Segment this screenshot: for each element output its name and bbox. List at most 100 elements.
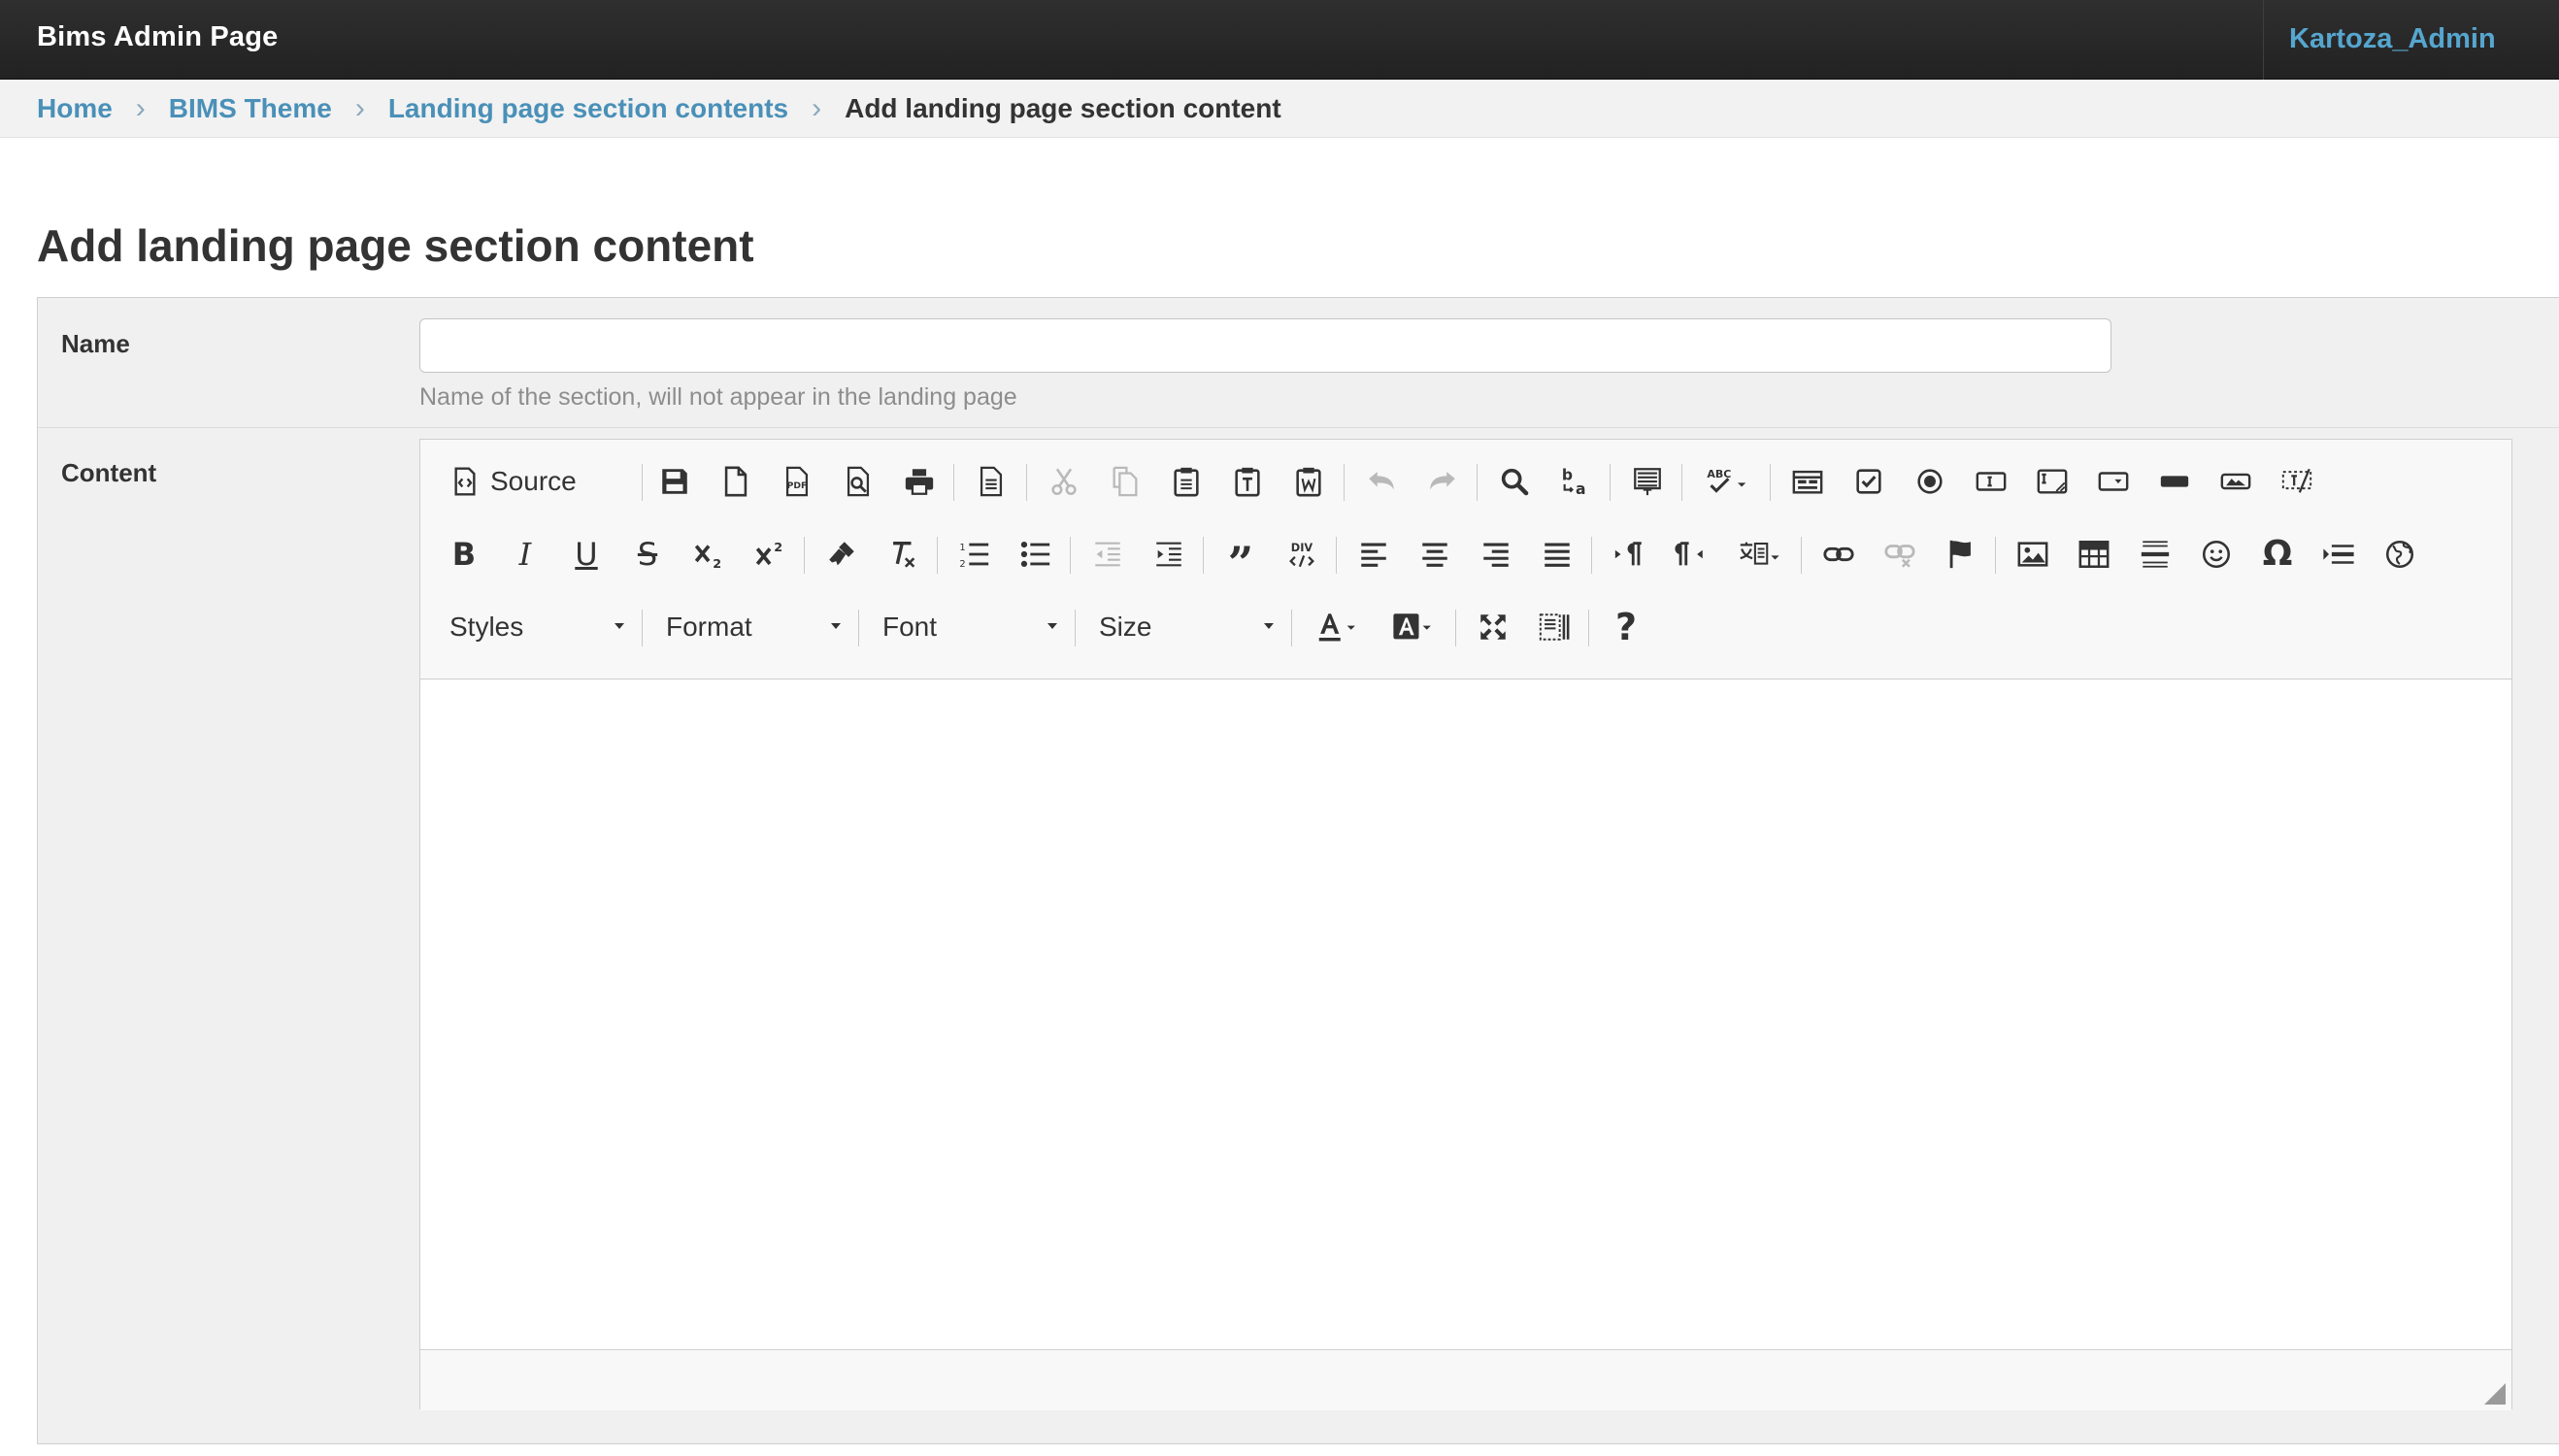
toolbar-separator bbox=[804, 537, 805, 574]
superscript-button[interactable]: 2 bbox=[746, 530, 794, 579]
textarea-button[interactable] bbox=[2028, 457, 2077, 506]
table-button[interactable] bbox=[2070, 530, 2118, 579]
blockquote-icon: ” bbox=[1227, 537, 1254, 589]
chevron-down-icon bbox=[615, 623, 624, 629]
format-combo[interactable]: Format bbox=[666, 602, 847, 652]
radio-icon bbox=[1917, 469, 1943, 494]
replace-button[interactable]: ba bbox=[1551, 457, 1600, 506]
checkbox-button[interactable] bbox=[1844, 457, 1893, 506]
find-button[interactable] bbox=[1490, 457, 1539, 506]
indent-button[interactable] bbox=[1145, 530, 1193, 579]
anchor-button[interactable] bbox=[1937, 530, 1985, 579]
select-field-button[interactable] bbox=[2089, 457, 2138, 506]
toolbar-row-1: Source PDF b a ABC bbox=[420, 450, 2511, 513]
page-title: Add landing page section content bbox=[37, 220, 754, 271]
strike-button[interactable]: S bbox=[623, 530, 672, 579]
export-pdf-icon: PDF bbox=[785, 466, 809, 497]
copy-formatting-button[interactable] bbox=[817, 530, 866, 579]
source-button[interactable]: Source bbox=[449, 457, 577, 506]
spellcheck-button[interactable]: ABC bbox=[1695, 457, 1759, 506]
underline-button[interactable]: U bbox=[562, 530, 611, 579]
anchor-icon bbox=[1949, 540, 1971, 569]
rtl-button[interactable] bbox=[1666, 530, 1714, 579]
horizontal-line-button[interactable] bbox=[2131, 530, 2179, 579]
size-combo[interactable]: Size bbox=[1099, 602, 1280, 652]
resize-handle-icon[interactable] bbox=[2484, 1383, 2506, 1405]
copy-button[interactable] bbox=[1101, 457, 1149, 506]
unlink-button[interactable] bbox=[1876, 530, 1924, 579]
export-pdf-button[interactable]: PDF bbox=[773, 457, 821, 506]
select-all-button[interactable] bbox=[1623, 457, 1672, 506]
font-combo[interactable]: Font bbox=[882, 602, 1063, 652]
align-right-button[interactable] bbox=[1472, 530, 1520, 579]
ltr-icon bbox=[1614, 542, 1642, 566]
print-button[interactable] bbox=[895, 457, 944, 506]
smiley-button[interactable] bbox=[2192, 530, 2241, 579]
text-color-button[interactable] bbox=[1306, 603, 1370, 651]
align-left-button[interactable] bbox=[1349, 530, 1398, 579]
iframe-button[interactable] bbox=[2376, 530, 2424, 579]
iframe-icon bbox=[2385, 540, 2414, 569]
toolbar-separator bbox=[1588, 610, 1589, 646]
svg-text:a: a bbox=[1576, 480, 1586, 498]
language-button[interactable] bbox=[1727, 530, 1791, 579]
templates-button[interactable] bbox=[967, 457, 1015, 506]
italic-button[interactable]: I bbox=[501, 530, 549, 579]
editor-content-area[interactable] bbox=[420, 680, 2511, 1350]
page-break-button[interactable] bbox=[2314, 530, 2363, 579]
paste-text-button[interactable] bbox=[1223, 457, 1272, 506]
user-link[interactable]: Kartoza_Admin bbox=[2289, 23, 2496, 55]
div-container-button[interactable]: DIV bbox=[1278, 530, 1326, 579]
chevron-down-icon bbox=[1047, 623, 1057, 629]
new-page-icon bbox=[724, 466, 748, 497]
numbered-list-button[interactable]: 12 bbox=[950, 530, 999, 579]
ltr-button[interactable] bbox=[1605, 530, 1653, 579]
paste-button[interactable] bbox=[1162, 457, 1211, 506]
hidden-field-button[interactable] bbox=[2273, 457, 2321, 506]
subscript-button[interactable]: 2 bbox=[684, 530, 733, 579]
justify-button[interactable] bbox=[1533, 530, 1581, 579]
remove-format-icon bbox=[893, 541, 915, 568]
show-blocks-button[interactable] bbox=[1530, 603, 1579, 651]
bg-color-button[interactable] bbox=[1381, 603, 1446, 651]
editor-toolbar: Source PDF b a ABC B I U S 2 2 1 2 ” DIV… bbox=[420, 440, 2511, 679]
styles-combo[interactable]: Styles bbox=[449, 602, 630, 652]
special-char-button[interactable]: Ω bbox=[2253, 530, 2302, 579]
toolbar-separator bbox=[1291, 610, 1292, 646]
toolbar-separator bbox=[642, 464, 643, 501]
image-button-field-button[interactable] bbox=[2211, 457, 2260, 506]
save-button[interactable] bbox=[650, 457, 699, 506]
bold-button[interactable]: B bbox=[440, 530, 488, 579]
blockquote-button[interactable]: ” bbox=[1216, 530, 1265, 585]
bulleted-list-button[interactable] bbox=[1012, 530, 1060, 579]
redo-button[interactable] bbox=[1418, 457, 1467, 506]
paste-word-icon bbox=[1296, 467, 1321, 497]
special-char-icon: Ω bbox=[2262, 534, 2293, 574]
cut-button[interactable] bbox=[1040, 457, 1088, 506]
image-button[interactable] bbox=[2009, 530, 2057, 579]
paste-word-button[interactable] bbox=[1284, 457, 1333, 506]
breadcrumb-bims-theme[interactable]: BIMS Theme bbox=[169, 93, 332, 124]
form-button[interactable] bbox=[1783, 457, 1832, 506]
undo-button[interactable] bbox=[1357, 457, 1406, 506]
remove-format-button[interactable] bbox=[879, 530, 927, 579]
button-field-button[interactable] bbox=[2150, 457, 2199, 506]
align-center-button[interactable] bbox=[1411, 530, 1459, 579]
toolbar-separator bbox=[1801, 537, 1802, 574]
radio-button[interactable] bbox=[1906, 457, 1954, 506]
replace-icon: ba bbox=[1562, 467, 1586, 498]
justify-icon bbox=[1545, 543, 1570, 567]
maximize-button[interactable] bbox=[1469, 603, 1517, 651]
name-input[interactable] bbox=[419, 318, 2111, 373]
breadcrumb-section-contents[interactable]: Landing page section contents bbox=[388, 93, 788, 124]
text-field-button[interactable] bbox=[1967, 457, 2015, 506]
new-page-button[interactable] bbox=[712, 457, 760, 506]
about-button[interactable]: ? bbox=[1602, 603, 1650, 651]
breadcrumb-home[interactable]: Home bbox=[37, 93, 113, 124]
preview-button[interactable] bbox=[834, 457, 882, 506]
toolbar-separator bbox=[1026, 464, 1027, 501]
outdent-button[interactable] bbox=[1083, 530, 1132, 579]
link-button[interactable] bbox=[1814, 530, 1863, 579]
content-label: Content bbox=[61, 458, 157, 487]
redo-icon bbox=[1430, 472, 1455, 490]
